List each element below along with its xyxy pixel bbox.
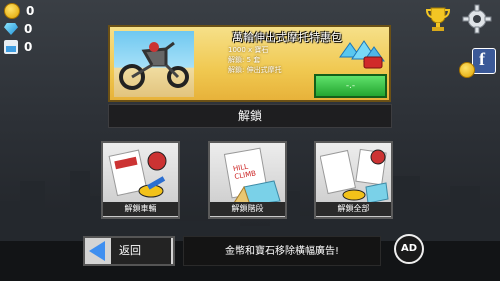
remove-ads-button[interactable]: AD xyxy=(394,234,424,264)
trophy-icon[interactable] xyxy=(424,5,452,33)
unlock-vehicles-label: 解鎖車輛 xyxy=(103,202,178,216)
unlock-stages-label: 解鎖階段 xyxy=(210,202,285,216)
unlock-vehicles-card[interactable]: 解鎖車輛 xyxy=(101,141,180,219)
coin-value: 0 xyxy=(26,4,35,18)
unlock-all-card[interactable]: 解鎖全部 xyxy=(314,141,393,219)
back-arrow-icon xyxy=(89,241,105,261)
coin-icon xyxy=(4,3,20,19)
offer-line-vehicle: 解鎖: 伸出式摩托 xyxy=(228,66,282,74)
vehicle-booklet-keys-icon xyxy=(108,149,167,198)
facebook-button[interactable]: f xyxy=(472,48,496,74)
all-items-bundle-icon xyxy=(320,148,389,204)
fuel-counter: 0 xyxy=(4,40,32,54)
fuel-can-icon xyxy=(4,40,18,54)
back-button[interactable]: 返回 xyxy=(83,236,175,266)
gem-value: 0 xyxy=(24,22,33,36)
gem-icon xyxy=(4,23,18,35)
facebook-icon: f xyxy=(479,49,485,69)
offer-line-stages: 解鎖: 5 套 xyxy=(228,56,261,64)
coin-counter: 0 xyxy=(4,3,34,19)
special-offer-banner[interactable]: 萬輪伸出式摩托特惠包 1000 x 寶石 解鎖: 5 套 解鎖: 伸出式摩托 -… xyxy=(108,25,391,102)
stage-booklet-map-icon: HILL CLIMB xyxy=(223,147,281,205)
gem-pile-icon xyxy=(339,40,385,69)
offer-beach-image xyxy=(114,31,194,97)
unlock-section-header: 解鎖 xyxy=(108,104,392,128)
motorbike-icon xyxy=(119,41,189,90)
unlock-all-label: 解鎖全部 xyxy=(316,202,391,216)
fuel-value: 0 xyxy=(24,40,33,54)
offer-line-gems: 1000 x 寶石 xyxy=(228,46,269,54)
gem-counter: 0 xyxy=(4,22,32,36)
back-label: 返回 xyxy=(111,238,171,264)
facebook-coin-icon xyxy=(459,62,475,78)
offer-buy-button[interactable]: -.- xyxy=(314,74,387,98)
unlock-stages-card[interactable]: HILL CLIMB 解鎖階段 xyxy=(208,141,287,219)
remove-ads-message: 金幣和寶石移除橫幅廣告! xyxy=(183,236,381,266)
settings-gear-icon[interactable] xyxy=(462,4,492,34)
